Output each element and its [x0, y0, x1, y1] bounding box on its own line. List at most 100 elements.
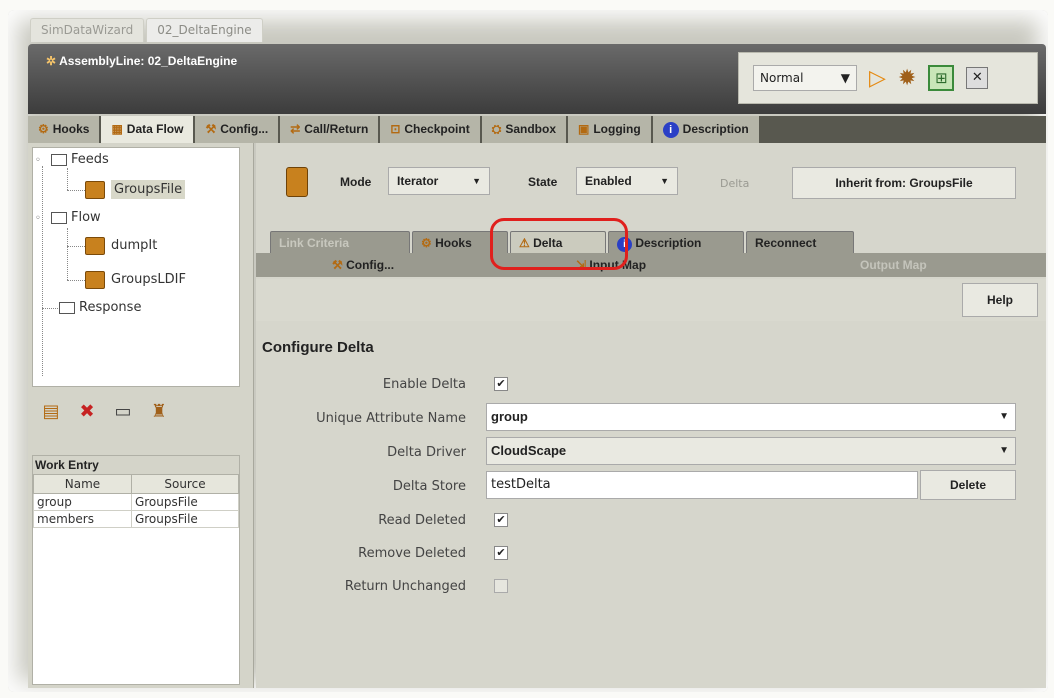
- add-component-icon[interactable]: ▤: [40, 401, 62, 423]
- tab-reconnect[interactable]: Reconnect: [746, 231, 854, 253]
- main-tab-bar: ⚙ Hooks ▦ Data Flow ⚒ Config... ⇄ Call/Retur…: [28, 116, 1046, 143]
- return-unchanged-row: Return Unchanged: [256, 575, 466, 601]
- state-label: State: [528, 175, 558, 189]
- chevron-down-icon: ▼: [999, 445, 1009, 456]
- enable-delta-checkbox[interactable]: ✔: [494, 377, 508, 391]
- work-entry-table: Name Source group GroupsFile members Gro…: [33, 474, 240, 528]
- grid-view-icon[interactable]: ⊞: [928, 65, 955, 91]
- configure-delta-panel: Configure Delta Enable Delta ✔ Unique At…: [256, 323, 1046, 688]
- editor-tab-simdatawizard[interactable]: SimDataWizard: [30, 18, 145, 42]
- state-select[interactable]: Enabled ▼: [576, 167, 678, 195]
- library-icon[interactable]: ♜: [148, 401, 170, 423]
- tab-config-sub[interactable]: ⚒ Config...: [332, 253, 394, 277]
- delete-icon[interactable]: ✖: [76, 401, 98, 423]
- delta-driver-label: Delta Driver: [387, 445, 466, 460]
- table-row[interactable]: group GroupsFile: [33, 493, 240, 511]
- help-button[interactable]: Help: [962, 283, 1038, 317]
- tree-connector: [42, 166, 43, 376]
- delta-tab-highlight: [490, 218, 628, 270]
- configure-delta-title: Configure Delta: [262, 339, 374, 356]
- tab-description-sub[interactable]: i Description: [608, 231, 744, 253]
- tab-hooks[interactable]: ⚙ Hooks: [28, 116, 102, 143]
- folder-icon: [59, 301, 75, 314]
- folder-icon: [51, 153, 67, 166]
- read-deleted-label: Read Deleted: [378, 513, 466, 528]
- table-row[interactable]: members GroupsFile: [33, 510, 240, 528]
- read-deleted-checkbox[interactable]: ✔: [494, 513, 508, 527]
- tree-node-dumpit[interactable]: dumpIt: [85, 234, 157, 258]
- tree-connector: [67, 280, 85, 281]
- editor-tab-02-deltaengine[interactable]: 02_DeltaEngine: [146, 18, 263, 42]
- tab-link-criteria[interactable]: Link Criteria: [270, 231, 410, 253]
- delta-store-row: Delta Store: [256, 475, 466, 501]
- work-entry-panel: Work Entry Name Source group GroupsFile …: [32, 455, 240, 685]
- hook-icon: ⚙: [421, 236, 436, 250]
- stop-icon[interactable]: ✕: [966, 67, 989, 89]
- assemblyline-tree: ◦ Feeds GroupsFile ◦ Flow dumpIt GroupsLDI…: [32, 147, 240, 387]
- editor-tab-strip: SimDataWizard 02_DeltaEngine: [30, 18, 263, 42]
- tab-sandbox[interactable]: ⛭ Sandbox: [481, 116, 568, 143]
- mode-label: Mode: [340, 175, 372, 189]
- collapse-icon[interactable]: ◦: [35, 207, 47, 231]
- assemblyline-icon: ✲: [46, 54, 57, 68]
- delta-driver-select[interactable]: CloudScape ▼: [486, 437, 1016, 465]
- tree-node-groupsfile[interactable]: GroupsFile: [85, 178, 186, 202]
- tab-checkpoint[interactable]: ⊡ Checkpoint: [380, 116, 482, 143]
- collapse-icon[interactable]: ◦: [35, 149, 47, 173]
- component-details-pane: Mode Iterator ▼ State Enabled ▼ Delta Inhe…: [256, 143, 1046, 688]
- delete-delta-store-button[interactable]: Delete: [920, 470, 1016, 500]
- rename-icon[interactable]: ▭: [112, 401, 134, 423]
- column-header-source[interactable]: Source: [130, 474, 240, 494]
- folder-icon: [51, 211, 67, 224]
- delta-store-input[interactable]: testDelta: [486, 471, 918, 499]
- tree-connector: [67, 246, 85, 247]
- cell-source: GroupsFile: [130, 510, 240, 528]
- config-icon: ⚒: [332, 258, 347, 272]
- chevron-down-icon: ▼: [660, 176, 669, 186]
- tab-config[interactable]: ⚒ Config...: [195, 116, 281, 143]
- tab-output-map[interactable]: Output Map: [860, 253, 927, 277]
- unique-attribute-combo[interactable]: group ▼: [486, 403, 1016, 431]
- call-return-icon: ⇄: [290, 122, 301, 136]
- return-unchanged-checkbox[interactable]: [494, 579, 508, 593]
- hook-icon: ⚙: [38, 122, 49, 136]
- delta-driver-row: Delta Driver: [256, 441, 466, 467]
- delta-store-label: Delta Store: [392, 479, 466, 494]
- tree-node-flow[interactable]: ◦ Flow: [35, 206, 101, 230]
- tab-description[interactable]: i Description: [652, 116, 761, 143]
- chevron-down-icon: ▼: [472, 176, 481, 186]
- remove-deleted-checkbox[interactable]: ✔: [494, 546, 508, 560]
- script-icon: [85, 236, 105, 255]
- tree-node-response[interactable]: Response: [55, 296, 141, 320]
- unique-attribute-row: Unique Attribute Name: [256, 407, 466, 433]
- info-icon: i: [662, 122, 679, 138]
- logging-icon: ▣: [578, 122, 590, 136]
- mode-select[interactable]: Iterator ▼: [388, 167, 490, 195]
- chevron-down-icon: ▼: [840, 71, 850, 85]
- config-icon: ⚒: [205, 122, 217, 136]
- tab-logging[interactable]: ▣ Logging: [568, 116, 653, 143]
- remove-deleted-label: Remove Deleted: [358, 546, 466, 561]
- column-header-name[interactable]: Name: [33, 474, 132, 494]
- checkpoint-icon: ⊡: [390, 122, 401, 136]
- enable-delta-label: Enable Delta: [382, 377, 466, 392]
- connector-icon: [85, 270, 105, 289]
- sandbox-icon: ⛭: [491, 122, 502, 136]
- run-mode-select[interactable]: Normal ▼: [753, 65, 857, 91]
- work-entry-title: Work Entry: [33, 456, 239, 474]
- run-icon[interactable]: ▷: [869, 66, 886, 91]
- tree-connector: [67, 190, 85, 191]
- component-type-icon: [286, 167, 308, 197]
- data-flow-icon: ▦: [111, 122, 123, 136]
- connector-icon: [85, 180, 105, 199]
- debug-bug-icon[interactable]: ✹: [898, 66, 916, 91]
- inherit-from-button[interactable]: Inherit from: GroupsFile: [792, 167, 1016, 199]
- tab-call-return[interactable]: ⇄ Call/Return: [280, 116, 381, 143]
- enable-delta-row: Enable Delta: [256, 373, 466, 399]
- return-unchanged-label: Return Unchanged: [344, 579, 466, 594]
- tree-node-feeds[interactable]: ◦ Feeds: [35, 148, 109, 172]
- tab-data-flow[interactable]: ▦ Data Flow: [101, 116, 196, 143]
- read-deleted-row: Read Deleted: [256, 509, 466, 535]
- component-subtab-row1: Link Criteria ⚙ Hooks ⚠ Delta i Descript…: [270, 231, 1046, 253]
- tree-node-groupsldif[interactable]: GroupsLDIF: [85, 268, 186, 292]
